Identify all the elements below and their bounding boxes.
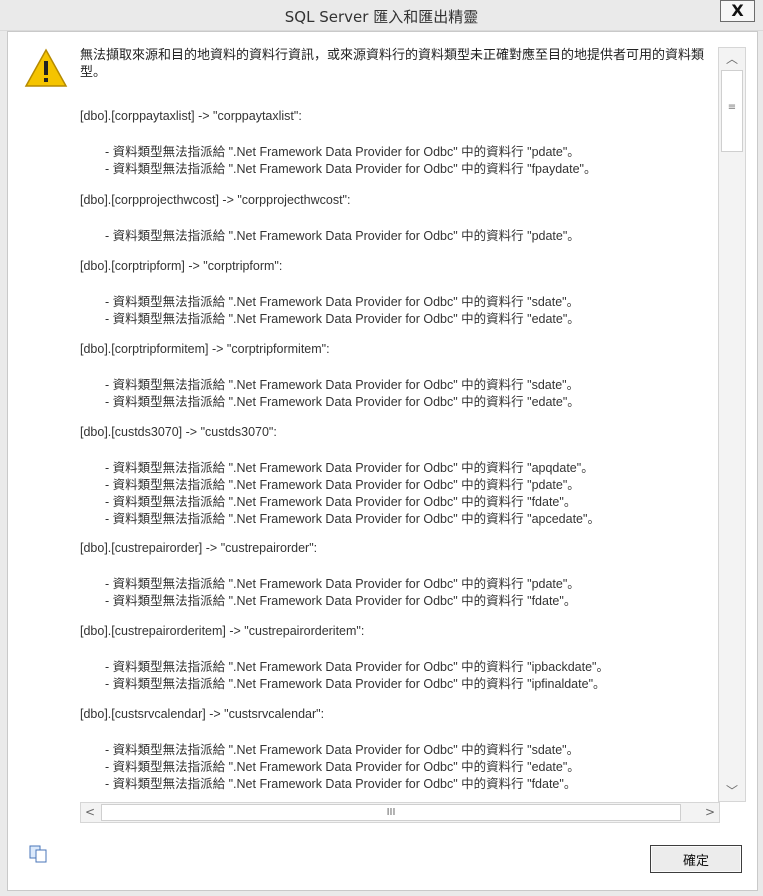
table-mapping-text: [dbo].[corppaytaxlist] -> "corppaytaxlis… (80, 109, 302, 123)
issue-line: - 資料類型無法指派給 ".Net Framework Data Provide… (105, 677, 606, 691)
down-arrow-icon[interactable]: ﹀ (719, 782, 745, 799)
table-mapping-text: [dbo].[corpprojecthwcost] -> "corpprojec… (80, 193, 351, 207)
issue-line: - 資料類型無法指派給 ".Net Framework Data Provide… (105, 395, 580, 409)
table-mapping-text: [dbo].[corptripformitem] -> "corptripfor… (80, 342, 330, 356)
up-arrow-icon[interactable]: ︿ (719, 50, 745, 67)
close-button[interactable]: X (720, 0, 755, 22)
table-mapping-text: [dbo].[custsrvcalendar] -> "custsrvcalen… (80, 707, 325, 721)
horizontal-scrollbar[interactable]: < III > (80, 802, 720, 823)
window-title: SQL Server 匯入和匯出精靈 (284, 8, 479, 26)
dialog-content: 無法擷取來源和目的地資料的資料行資訊，或來源資料行的資料類型未正確對應至目的地提… (7, 31, 758, 891)
table-mapping-text: [dbo].[custrepairorder] -> "custrepairor… (80, 541, 318, 555)
dialog-headline: 無法擷取來源和目的地資料的資料行資訊，或來源資料行的資料類型未正確對應至目的地提… (80, 48, 705, 80)
warning-triangle-icon (24, 48, 68, 87)
table-mapping-text: [dbo].[custds3070] -> "custds3070": (80, 425, 277, 439)
ok-button-label: 確定 (682, 854, 709, 869)
vertical-scrollbar[interactable]: ︿ ≡ ﹀ (718, 47, 746, 802)
table-mapping-text: [dbo].[corptripform] -> "corptripform": (80, 259, 283, 273)
title-bar: SQL Server 匯入和匯出精靈 X (0, 0, 763, 31)
issue-line: - 資料類型無法指派給 ".Net Framework Data Provide… (105, 594, 577, 608)
table-mapping-text: [dbo].[custrepairorderitem] -> "custrepa… (80, 624, 365, 638)
issue-line: - 資料類型無法指派給 ".Net Framework Data Provide… (105, 162, 597, 176)
issue-line: - 資料類型無法指派給 ".Net Framework Data Provide… (105, 777, 577, 791)
close-icon: X (731, 1, 744, 20)
issue-line: - 資料類型無法指派給 ".Net Framework Data Provide… (105, 512, 600, 526)
right-arrow-icon[interactable]: > (701, 803, 719, 822)
grip-icon: III (386, 807, 396, 818)
horizontal-scroll-thumb[interactable]: III (101, 804, 681, 821)
issue-line: - 資料類型無法指派給 ".Net Framework Data Provide… (105, 229, 580, 243)
message-list: [dbo].[corppaytaxlist] -> "corppaytaxlis… (80, 109, 714, 801)
dialog-window: SQL Server 匯入和匯出精靈 X 無法擷取來源和目的地資料的資料行資訊，… (0, 0, 763, 896)
ok-button[interactable]: 確定 (650, 845, 742, 873)
left-arrow-icon[interactable]: < (81, 803, 99, 822)
vertical-scroll-thumb[interactable]: ≡ (721, 70, 743, 152)
issue-line: - 資料類型無法指派給 ".Net Framework Data Provide… (105, 312, 580, 326)
copy-icon[interactable] (28, 844, 50, 864)
grip-icon: ≡ (727, 102, 737, 113)
